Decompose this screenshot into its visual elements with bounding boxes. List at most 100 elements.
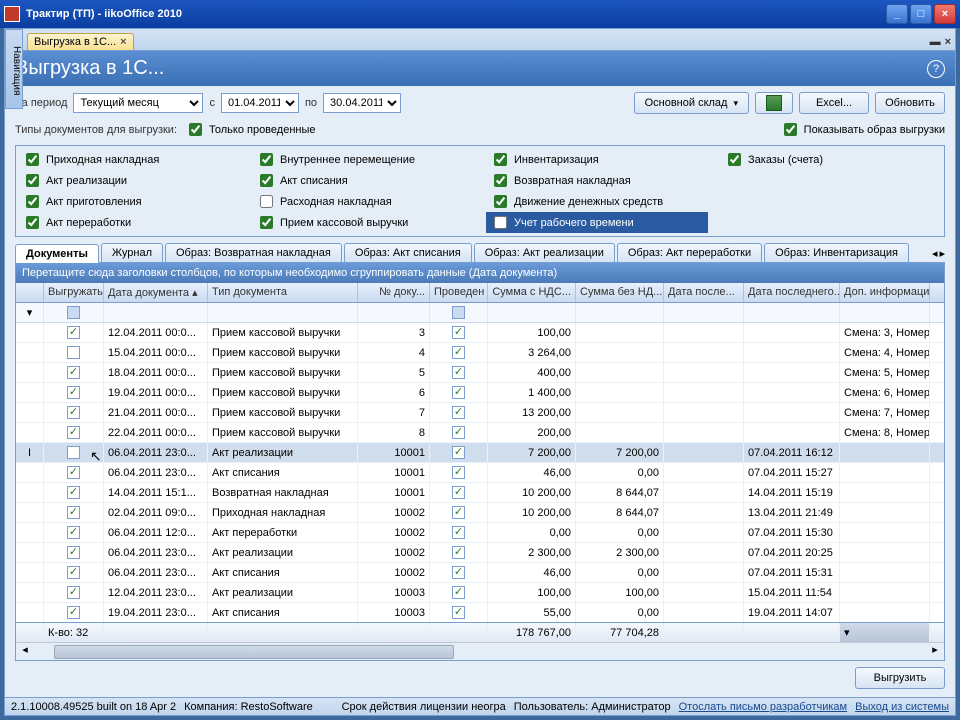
- row-posted-checkbox[interactable]: [452, 606, 465, 619]
- doctype-checkbox[interactable]: Движение денежных средств: [490, 192, 704, 211]
- status-feedback-link[interactable]: Отослать письмо разработчикам: [679, 701, 848, 713]
- row-posted-checkbox[interactable]: [452, 526, 465, 539]
- doctype-checkbox[interactable]: Прием кассовой выручки: [256, 213, 470, 232]
- table-row[interactable]: 19.04.2011 23:0...Акт списания1000355,00…: [16, 603, 944, 622]
- doctype-checkbox[interactable]: Возвратная накладная: [490, 171, 704, 190]
- column-header[interactable]: Дата документа ▴: [104, 283, 208, 302]
- help-icon[interactable]: ?: [927, 60, 945, 78]
- row-posted-checkbox[interactable]: [452, 326, 465, 339]
- warehouse-button[interactable]: Основной склад: [634, 92, 749, 114]
- row-export-checkbox[interactable]: [67, 566, 80, 579]
- doctype-checkbox[interactable]: Заказы (счета): [724, 150, 938, 169]
- row-export-checkbox[interactable]: [67, 426, 80, 439]
- row-posted-checkbox[interactable]: [452, 486, 465, 499]
- excel-icon-button[interactable]: [755, 92, 793, 114]
- scroll-thumb[interactable]: [54, 645, 454, 659]
- table-row[interactable]: 06.04.2011 23:0...Акт списания1000146,00…: [16, 463, 944, 483]
- column-header[interactable]: Выгружать: [44, 283, 104, 302]
- row-export-checkbox[interactable]: [67, 446, 80, 459]
- subtab[interactable]: Образ: Акт переработки: [617, 243, 762, 262]
- column-header[interactable]: Дата после...: [664, 283, 744, 302]
- export-button[interactable]: Выгрузить: [855, 667, 945, 689]
- row-posted-checkbox[interactable]: [452, 466, 465, 479]
- close-window-button[interactable]: ×: [934, 4, 956, 24]
- table-row[interactable]: 06.04.2011 23:0...Акт списания1000246,00…: [16, 563, 944, 583]
- table-row[interactable]: 22.04.2011 00:0...Прием кассовой выручки…: [16, 423, 944, 443]
- doctype-checkbox[interactable]: Внутреннее перемещение: [256, 150, 470, 169]
- row-posted-checkbox[interactable]: [452, 426, 465, 439]
- subtab[interactable]: Образ: Инвентаризация: [764, 243, 909, 262]
- row-posted-checkbox[interactable]: [452, 506, 465, 519]
- table-row[interactable]: 15.04.2011 00:0...Прием кассовой выручки…: [16, 343, 944, 363]
- filter-posted-checkbox[interactable]: [452, 306, 465, 319]
- table-row[interactable]: 14.04.2011 15:1...Возвратная накладная10…: [16, 483, 944, 503]
- tab-scroll-right-icon[interactable]: ▸: [939, 247, 945, 260]
- column-header[interactable]: № доку...: [358, 283, 430, 302]
- row-export-checkbox[interactable]: [67, 606, 80, 619]
- subtab[interactable]: Образ: Возвратная накладная: [165, 243, 342, 262]
- column-header[interactable]: [16, 283, 44, 302]
- row-posted-checkbox[interactable]: [452, 366, 465, 379]
- row-export-checkbox[interactable]: [67, 546, 80, 559]
- row-export-checkbox[interactable]: [67, 506, 80, 519]
- doctype-checkbox[interactable]: Приходная накладная: [22, 150, 236, 169]
- table-row[interactable]: 06.04.2011 23:0...Акт реализации100022 3…: [16, 543, 944, 563]
- filter-handle[interactable]: ▾: [16, 303, 44, 322]
- tabstrip-close-icon[interactable]: ×: [945, 36, 951, 48]
- row-posted-checkbox[interactable]: [452, 586, 465, 599]
- row-posted-checkbox[interactable]: [452, 446, 465, 459]
- tabstrip-minimize-icon[interactable]: ▬: [930, 36, 941, 48]
- row-export-checkbox[interactable]: [67, 326, 80, 339]
- row-posted-checkbox[interactable]: [452, 346, 465, 359]
- table-row[interactable]: 19.04.2011 00:0...Прием кассовой выручки…: [16, 383, 944, 403]
- navigation-tab[interactable]: Навигация: [5, 29, 23, 109]
- excel-button[interactable]: Excel...: [799, 92, 869, 114]
- doctype-checkbox[interactable]: Учет рабочего времени: [486, 212, 708, 233]
- row-posted-checkbox[interactable]: [452, 406, 465, 419]
- row-posted-checkbox[interactable]: [452, 546, 465, 559]
- row-export-checkbox[interactable]: [67, 526, 80, 539]
- grid-body[interactable]: 12.04.2011 00:0...Прием кассовой выручки…: [16, 323, 944, 622]
- table-row[interactable]: 21.04.2011 00:0...Прием кассовой выручки…: [16, 403, 944, 423]
- refresh-button[interactable]: Обновить: [875, 92, 945, 114]
- row-export-checkbox[interactable]: [67, 366, 80, 379]
- scroll-left-icon[interactable]: ◂: [16, 643, 34, 660]
- column-header[interactable]: Дата последнего...: [744, 283, 840, 302]
- doctype-checkbox[interactable]: Акт реализации: [22, 171, 236, 190]
- column-header[interactable]: Проведен: [430, 283, 488, 302]
- doctype-checkbox[interactable]: Акт списания: [256, 171, 470, 190]
- column-header[interactable]: Тип документа: [208, 283, 358, 302]
- column-header[interactable]: Сумма без НД...: [576, 283, 664, 302]
- filter-export-checkbox[interactable]: [67, 306, 80, 319]
- column-header[interactable]: Доп. информация: [840, 283, 930, 302]
- tab-export-1c[interactable]: Выгрузка в 1С... ×: [27, 33, 134, 50]
- minimize-button[interactable]: _: [886, 4, 908, 24]
- column-header[interactable]: Сумма с НДС...: [488, 283, 576, 302]
- doctype-checkbox[interactable]: Инвентаризация: [490, 150, 704, 169]
- row-export-checkbox[interactable]: [67, 466, 80, 479]
- row-posted-checkbox[interactable]: [452, 386, 465, 399]
- doctype-checkbox[interactable]: Расходная накладная: [256, 192, 470, 211]
- filter-row[interactable]: ▾: [16, 303, 944, 323]
- period-range-select[interactable]: Текущий месяц: [73, 93, 203, 113]
- tab-scroll-left-icon[interactable]: ◂: [932, 247, 938, 260]
- horizontal-scrollbar[interactable]: ◂ ▸: [16, 642, 944, 660]
- table-row[interactable]: 18.04.2011 00:0...Прием кассовой выручки…: [16, 363, 944, 383]
- date-to-input[interactable]: 30.04.2011: [323, 93, 401, 113]
- table-row[interactable]: I06.04.2011 23:0...Акт реализации100017 …: [16, 443, 944, 463]
- scroll-right-icon[interactable]: ▸: [926, 643, 944, 660]
- only-posted-checkbox[interactable]: Только проведенные: [185, 120, 316, 139]
- status-logout-link[interactable]: Выход из системы: [855, 701, 949, 713]
- table-row[interactable]: 12.04.2011 23:0...Акт реализации10003100…: [16, 583, 944, 603]
- show-preview-checkbox[interactable]: Показывать образ выгрузки: [780, 120, 945, 139]
- doctype-checkbox[interactable]: Акт приготовления: [22, 192, 236, 211]
- doctype-checkbox[interactable]: Акт переработки: [22, 213, 236, 232]
- maximize-button[interactable]: □: [910, 4, 932, 24]
- group-by-bar[interactable]: Перетащите сюда заголовки столбцов, по к…: [16, 263, 944, 283]
- vscroll-down-icon[interactable]: ▾: [840, 623, 930, 642]
- row-export-checkbox[interactable]: [67, 346, 80, 359]
- table-row[interactable]: 12.04.2011 00:0...Прием кассовой выручки…: [16, 323, 944, 343]
- table-row[interactable]: 06.04.2011 12:0...Акт переработки100020,…: [16, 523, 944, 543]
- close-tab-icon[interactable]: ×: [120, 36, 126, 48]
- subtab[interactable]: Документы: [15, 244, 99, 263]
